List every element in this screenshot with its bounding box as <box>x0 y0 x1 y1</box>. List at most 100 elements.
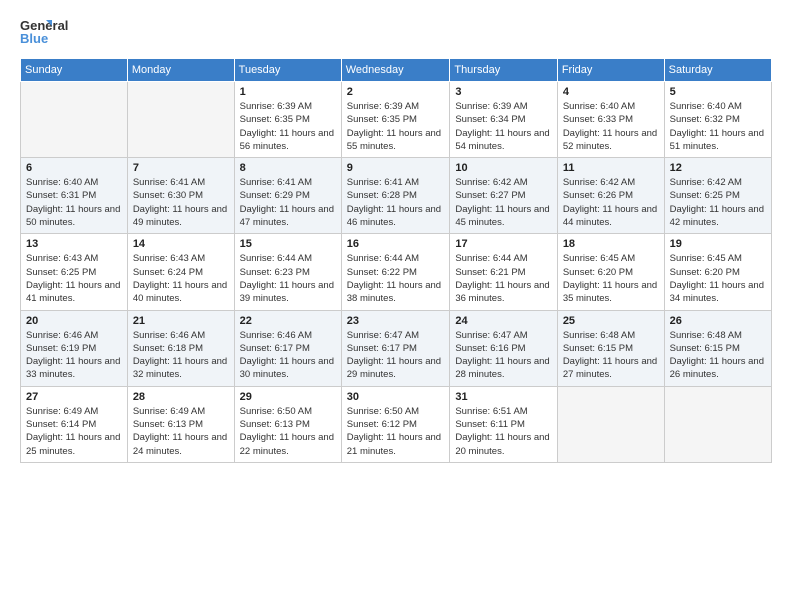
day-number: 23 <box>347 315 445 327</box>
day-info: Sunrise: 6:48 AM Sunset: 6:15 PM Dayligh… <box>670 329 766 382</box>
day-info: Sunrise: 6:44 AM Sunset: 6:21 PM Dayligh… <box>455 252 551 305</box>
day-number: 27 <box>26 391 122 403</box>
day-info: Sunrise: 6:44 AM Sunset: 6:22 PM Dayligh… <box>347 252 445 305</box>
day-info: Sunrise: 6:40 AM Sunset: 6:33 PM Dayligh… <box>563 100 659 153</box>
day-info: Sunrise: 6:49 AM Sunset: 6:13 PM Dayligh… <box>133 405 229 458</box>
day-number: 26 <box>670 315 766 327</box>
day-number: 5 <box>670 86 766 98</box>
day-info: Sunrise: 6:39 AM Sunset: 6:35 PM Dayligh… <box>240 100 336 153</box>
day-header-monday: Monday <box>127 59 234 82</box>
day-number: 18 <box>563 238 659 250</box>
day-header-wednesday: Wednesday <box>341 59 450 82</box>
day-number: 15 <box>240 238 336 250</box>
day-number: 3 <box>455 86 551 98</box>
calendar-cell: 19Sunrise: 6:45 AM Sunset: 6:20 PM Dayli… <box>664 234 771 310</box>
day-info: Sunrise: 6:50 AM Sunset: 6:13 PM Dayligh… <box>240 405 336 458</box>
day-info: Sunrise: 6:51 AM Sunset: 6:11 PM Dayligh… <box>455 405 551 458</box>
day-info: Sunrise: 6:46 AM Sunset: 6:19 PM Dayligh… <box>26 329 122 382</box>
calendar-cell: 10 Sunrise: 6:42 AM Sunset: 6:27 PM Dayli… <box>450 158 557 234</box>
calendar-week-row: 6Sunrise: 6:40 AM Sunset: 6:31 PM Daylig… <box>21 158 772 234</box>
day-number: 22 <box>240 315 336 327</box>
day-number: 25 <box>563 315 659 327</box>
day-info: Sunrise: 6:42 AM Sunset: 6:25 PM Dayligh… <box>670 176 766 229</box>
day-number: 8 <box>240 162 336 174</box>
day-number: 28 <box>133 391 229 403</box>
calendar-cell: 4 Sunrise: 6:40 AM Sunset: 6:33 PM Daylig… <box>557 82 664 158</box>
day-header-saturday: Saturday <box>664 59 771 82</box>
page: General Blue SundayMondayTuesdayWednesda… <box>0 0 792 612</box>
calendar-cell: 24 Sunrise: 6:47 AM Sunset: 6:16 PM Dayli… <box>450 310 557 386</box>
day-number: 9 <box>347 162 445 174</box>
calendar-cell: 23 Sunrise: 6:47 AM Sunset: 6:17 PM Dayli… <box>341 310 450 386</box>
calendar-cell: 25 Sunrise: 6:48 AM Sunset: 6:15 PM Dayli… <box>557 310 664 386</box>
calendar-week-row: 27 Sunrise: 6:49 AM Sunset: 6:14 PM Dayli… <box>21 386 772 462</box>
day-info: Sunrise: 6:42 AM Sunset: 6:26 PM Dayligh… <box>563 176 659 229</box>
calendar-cell: 1 Sunrise: 6:39 AM Sunset: 6:35 PM Daylig… <box>234 82 341 158</box>
day-header-thursday: Thursday <box>450 59 557 82</box>
calendar-cell: 8 Sunrise: 6:41 AM Sunset: 6:29 PM Daylig… <box>234 158 341 234</box>
day-number: 12 <box>670 162 766 174</box>
calendar-header-row: SundayMondayTuesdayWednesdayThursdayFrid… <box>21 59 772 82</box>
day-number: 17 <box>455 238 551 250</box>
calendar-cell: 18 Sunrise: 6:45 AM Sunset: 6:20 PM Dayli… <box>557 234 664 310</box>
calendar-cell: 7Sunrise: 6:41 AM Sunset: 6:30 PM Daylig… <box>127 158 234 234</box>
calendar-cell: 29 Sunrise: 6:50 AM Sunset: 6:13 PM Dayli… <box>234 386 341 462</box>
calendar-cell: 31 Sunrise: 6:51 AM Sunset: 6:11 PM Dayli… <box>450 386 557 462</box>
day-info: Sunrise: 6:46 AM Sunset: 6:17 PM Dayligh… <box>240 329 336 382</box>
logo-icon: General Blue <box>20 16 80 48</box>
day-number: 1 <box>240 86 336 98</box>
day-info: Sunrise: 6:42 AM Sunset: 6:27 PM Dayligh… <box>455 176 551 229</box>
day-number: 16 <box>347 238 445 250</box>
calendar-cell <box>21 82 128 158</box>
day-number: 13 <box>26 238 122 250</box>
calendar-cell: 9Sunrise: 6:41 AM Sunset: 6:28 PM Daylig… <box>341 158 450 234</box>
calendar-cell: 13Sunrise: 6:43 AM Sunset: 6:25 PM Dayli… <box>21 234 128 310</box>
calendar-cell: 12 Sunrise: 6:42 AM Sunset: 6:25 PM Dayli… <box>664 158 771 234</box>
day-info: Sunrise: 6:47 AM Sunset: 6:17 PM Dayligh… <box>347 329 445 382</box>
day-info: Sunrise: 6:47 AM Sunset: 6:16 PM Dayligh… <box>455 329 551 382</box>
calendar-cell: 28 Sunrise: 6:49 AM Sunset: 6:13 PM Dayli… <box>127 386 234 462</box>
calendar-week-row: 20 Sunrise: 6:46 AM Sunset: 6:19 PM Dayli… <box>21 310 772 386</box>
calendar-week-row: 1 Sunrise: 6:39 AM Sunset: 6:35 PM Daylig… <box>21 82 772 158</box>
day-header-tuesday: Tuesday <box>234 59 341 82</box>
calendar-cell: 26 Sunrise: 6:48 AM Sunset: 6:15 PM Dayli… <box>664 310 771 386</box>
day-number: 7 <box>133 162 229 174</box>
day-info: Sunrise: 6:45 AM Sunset: 6:20 PM Dayligh… <box>563 252 659 305</box>
day-info: Sunrise: 6:40 AM Sunset: 6:32 PM Dayligh… <box>670 100 766 153</box>
day-info: Sunrise: 6:40 AM Sunset: 6:31 PM Dayligh… <box>26 176 122 229</box>
day-number: 21 <box>133 315 229 327</box>
day-info: Sunrise: 6:49 AM Sunset: 6:14 PM Dayligh… <box>26 405 122 458</box>
day-info: Sunrise: 6:48 AM Sunset: 6:15 PM Dayligh… <box>563 329 659 382</box>
day-number: 10 <box>455 162 551 174</box>
calendar-table: SundayMondayTuesdayWednesdayThursdayFrid… <box>20 58 772 463</box>
day-info: Sunrise: 6:46 AM Sunset: 6:18 PM Dayligh… <box>133 329 229 382</box>
day-info: Sunrise: 6:43 AM Sunset: 6:24 PM Dayligh… <box>133 252 229 305</box>
calendar-cell: 5 Sunrise: 6:40 AM Sunset: 6:32 PM Daylig… <box>664 82 771 158</box>
day-number: 19 <box>670 238 766 250</box>
header: General Blue <box>20 16 772 48</box>
calendar-week-row: 13Sunrise: 6:43 AM Sunset: 6:25 PM Dayli… <box>21 234 772 310</box>
calendar-cell: 15 Sunrise: 6:44 AM Sunset: 6:23 PM Dayli… <box>234 234 341 310</box>
day-info: Sunrise: 6:41 AM Sunset: 6:29 PM Dayligh… <box>240 176 336 229</box>
day-info: Sunrise: 6:44 AM Sunset: 6:23 PM Dayligh… <box>240 252 336 305</box>
logo: General Blue <box>20 16 80 48</box>
day-number: 24 <box>455 315 551 327</box>
calendar-cell: 27 Sunrise: 6:49 AM Sunset: 6:14 PM Dayli… <box>21 386 128 462</box>
day-number: 30 <box>347 391 445 403</box>
calendar-cell: 11 Sunrise: 6:42 AM Sunset: 6:26 PM Dayli… <box>557 158 664 234</box>
day-number: 4 <box>563 86 659 98</box>
day-header-sunday: Sunday <box>21 59 128 82</box>
calendar-cell: 22 Sunrise: 6:46 AM Sunset: 6:17 PM Dayli… <box>234 310 341 386</box>
calendar-cell <box>557 386 664 462</box>
calendar-cell: 20 Sunrise: 6:46 AM Sunset: 6:19 PM Dayli… <box>21 310 128 386</box>
day-info: Sunrise: 6:39 AM Sunset: 6:34 PM Dayligh… <box>455 100 551 153</box>
day-number: 11 <box>563 162 659 174</box>
day-number: 31 <box>455 391 551 403</box>
day-number: 14 <box>133 238 229 250</box>
day-number: 20 <box>26 315 122 327</box>
day-info: Sunrise: 6:39 AM Sunset: 6:35 PM Dayligh… <box>347 100 445 153</box>
calendar-cell: 14 Sunrise: 6:43 AM Sunset: 6:24 PM Dayli… <box>127 234 234 310</box>
day-number: 29 <box>240 391 336 403</box>
calendar-cell <box>127 82 234 158</box>
calendar-cell: 6Sunrise: 6:40 AM Sunset: 6:31 PM Daylig… <box>21 158 128 234</box>
